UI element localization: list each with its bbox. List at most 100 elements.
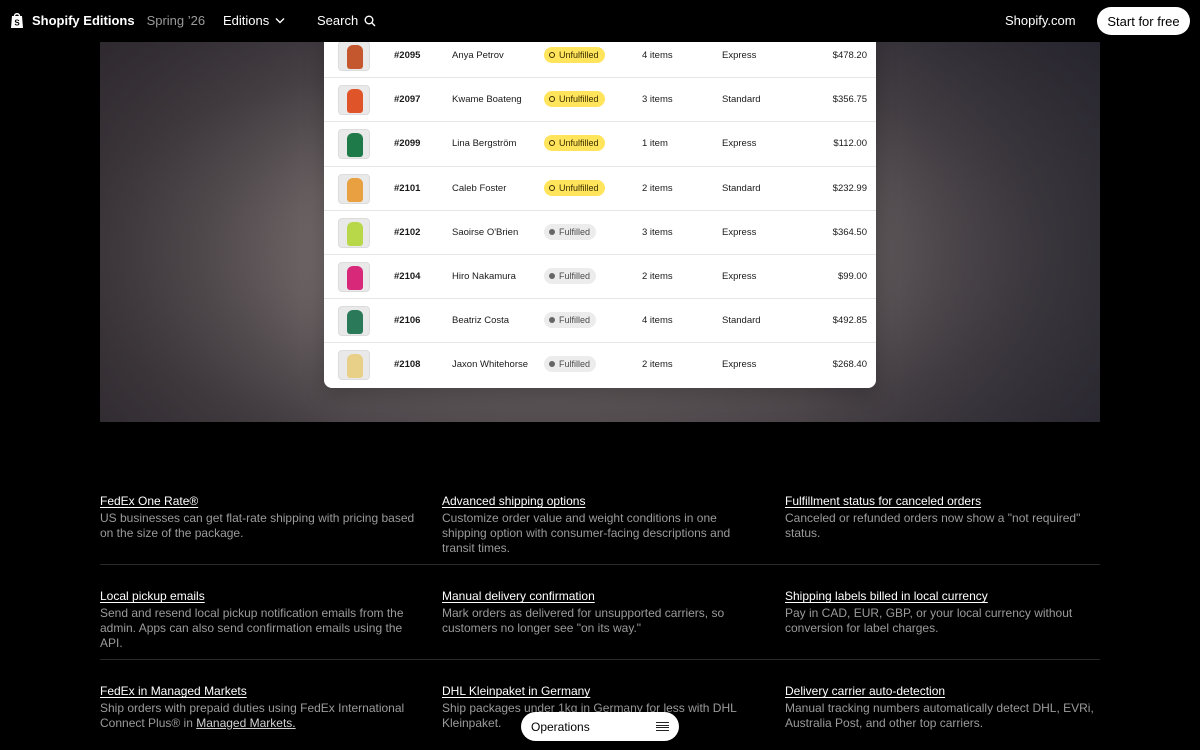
feature-description-text: US businesses can get flat-rate shipping… bbox=[100, 511, 415, 540]
item-count: 2 items bbox=[642, 270, 673, 282]
feature-description: Send and resend local pickup notificatio… bbox=[100, 606, 420, 651]
menu-icon bbox=[656, 722, 669, 731]
shipping-method: Express bbox=[722, 270, 757, 282]
svg-text:S: S bbox=[14, 19, 20, 28]
table-row[interactable]: #2108 Jaxon Whitehorse Fulfilled 2 items Exp… bbox=[324, 343, 876, 387]
feature-title-link[interactable]: Advanced shipping options bbox=[442, 494, 585, 508]
product-thumbnail bbox=[338, 350, 370, 381]
order-total: $364.50 bbox=[832, 226, 867, 238]
operations-menu-button[interactable]: Operations bbox=[521, 712, 679, 741]
status-dot-icon bbox=[549, 317, 555, 324]
status-label: Unfulfilled bbox=[559, 94, 599, 105]
feature-title-link[interactable]: Manual delivery confirmation bbox=[442, 589, 595, 603]
customer-name: Kwame Boateng bbox=[452, 94, 522, 106]
feature-item: Delivery carrier auto-detection Manual tr… bbox=[785, 682, 1105, 731]
status-badge: Fulfilled bbox=[544, 312, 597, 329]
feature-description-text: Manual tracking numbers automatically de… bbox=[785, 701, 1094, 730]
shipping-method: Standard bbox=[722, 315, 761, 327]
table-row[interactable]: #2101 Caleb Foster Unfulfilled 2 items Stand… bbox=[324, 167, 876, 211]
shipping-method: Express bbox=[722, 138, 757, 150]
status-dot-icon bbox=[549, 184, 555, 191]
product-figure bbox=[347, 265, 363, 290]
shopify-com-link[interactable]: Shopify.com bbox=[1005, 13, 1076, 28]
feature-title-link[interactable]: Delivery carrier auto-detection bbox=[785, 684, 945, 698]
order-number: #2108 bbox=[394, 359, 421, 371]
product-thumbnail bbox=[338, 129, 370, 160]
status-label: Unfulfilled bbox=[559, 50, 599, 60]
status-label: Fulfilled bbox=[559, 226, 591, 237]
order-total: $268.40 bbox=[832, 359, 867, 371]
chevron-down-icon bbox=[275, 18, 285, 24]
product-figure bbox=[347, 177, 363, 202]
status-dot-icon bbox=[549, 52, 555, 58]
feature-title-link[interactable]: FedEx in Managed Markets bbox=[100, 684, 247, 698]
item-count: 4 items bbox=[642, 50, 673, 61]
feature-item: FedEx in Managed Markets Ship orders with… bbox=[100, 682, 420, 731]
operations-label: Operations bbox=[531, 719, 590, 734]
status-badge: Fulfilled bbox=[544, 356, 597, 373]
table-row[interactable]: #2095 Anya Petrov Unfulfilled 4 items Expres… bbox=[324, 42, 876, 79]
item-count: 1 item bbox=[642, 138, 668, 150]
item-count: 3 items bbox=[642, 94, 673, 106]
orders-table: #2095 Anya Petrov Unfulfilled 4 items Expres… bbox=[324, 42, 876, 388]
feature-row: Local pickup emails Send and resend local… bbox=[100, 565, 1100, 660]
table-row[interactable]: #2097 Kwame Boateng Unfulfilled 3 items Stan… bbox=[324, 78, 876, 123]
feature-title-link[interactable]: FedEx One Rate® bbox=[100, 494, 198, 508]
feature-item: Manual delivery confirmation Mark orders … bbox=[442, 587, 762, 636]
customer-name: Beatriz Costa bbox=[452, 315, 510, 327]
product-figure bbox=[347, 221, 363, 246]
feature-title-link[interactable]: Local pickup emails bbox=[100, 589, 205, 603]
order-number: #2102 bbox=[394, 226, 421, 238]
product-thumbnail bbox=[338, 306, 370, 337]
search-icon bbox=[364, 15, 376, 26]
status-badge: Fulfilled bbox=[544, 267, 597, 284]
item-count: 3 items bbox=[642, 226, 673, 238]
table-row[interactable]: #2102 Saoirse O'Brien Fulfilled 3 items Expr… bbox=[324, 211, 876, 255]
status-badge: Unfulfilled bbox=[544, 135, 605, 152]
feature-title-link[interactable]: Fulfillment status for canceled orders bbox=[785, 494, 981, 508]
feature-title-link[interactable]: Shipping labels billed in local currency bbox=[785, 589, 988, 603]
feature-title-link[interactable]: DHL Kleinpaket in Germany bbox=[442, 684, 590, 698]
feature-description: Manual tracking numbers automatically de… bbox=[785, 701, 1105, 731]
customer-name: Anya Petrov bbox=[452, 50, 504, 61]
product-thumbnail bbox=[338, 42, 370, 71]
table-row[interactable]: #2099 Lina Bergström Unfulfilled 1 item Expr… bbox=[324, 122, 876, 167]
table-row[interactable]: #2104 Hiro Nakamura Fulfilled 2 items Expres… bbox=[324, 255, 876, 300]
start-for-free-button[interactable]: Start for free bbox=[1097, 7, 1190, 35]
order-total: $492.85 bbox=[832, 315, 867, 327]
editions-label: Editions bbox=[223, 13, 270, 28]
product-figure bbox=[347, 310, 363, 335]
feature-description: US businesses can get flat-rate shipping… bbox=[100, 511, 420, 541]
status-dot-icon bbox=[549, 361, 555, 368]
order-total: $478.20 bbox=[832, 50, 867, 61]
feature-description-text: Mark orders as delivered for unsupported… bbox=[442, 606, 725, 635]
feature-description-text: Customize order value and weight conditi… bbox=[442, 511, 731, 555]
brand-season: Spring ’26 bbox=[146, 13, 206, 28]
item-count: 2 items bbox=[642, 359, 673, 371]
shipping-method: Express bbox=[722, 50, 757, 61]
top-navigation: S Shopify Editions Spring ’26 Editions S… bbox=[0, 0, 1200, 42]
brand-name: Shopify Editions bbox=[32, 13, 135, 28]
feature-description: Mark orders as delivered for unsupported… bbox=[442, 606, 762, 636]
search-button[interactable]: Search bbox=[317, 13, 376, 28]
managed-markets-link[interactable]: Managed Markets. bbox=[196, 716, 295, 730]
order-number: #2097 bbox=[394, 94, 421, 106]
order-number: #2104 bbox=[394, 270, 421, 282]
product-figure bbox=[347, 133, 363, 158]
feature-description: Canceled or refunded orders now show a "… bbox=[785, 511, 1105, 541]
feature-item: Shipping labels billed in local currency… bbox=[785, 587, 1105, 636]
feature-item: Fulfillment status for canceled orders Ca… bbox=[785, 492, 1105, 541]
status-label: Fulfilled bbox=[559, 315, 591, 326]
table-row[interactable]: #2106 Beatriz Costa Fulfilled 4 items Standa… bbox=[324, 299, 876, 344]
order-number: #2099 bbox=[394, 138, 421, 150]
brand[interactable]: S Shopify Editions Spring ’26 bbox=[10, 12, 205, 29]
editions-dropdown[interactable]: Editions bbox=[223, 13, 285, 28]
shipping-method: Standard bbox=[722, 182, 761, 194]
feature-item: Local pickup emails Send and resend local… bbox=[100, 587, 420, 651]
feature-description: Pay in CAD, EUR, GBP, or your local curr… bbox=[785, 606, 1105, 636]
order-number: #2106 bbox=[394, 315, 421, 327]
product-figure bbox=[347, 89, 363, 114]
product-figure bbox=[347, 45, 363, 69]
feature-description: Ship orders with prepaid duties using Fe… bbox=[100, 701, 420, 731]
order-number: #2095 bbox=[394, 50, 421, 61]
